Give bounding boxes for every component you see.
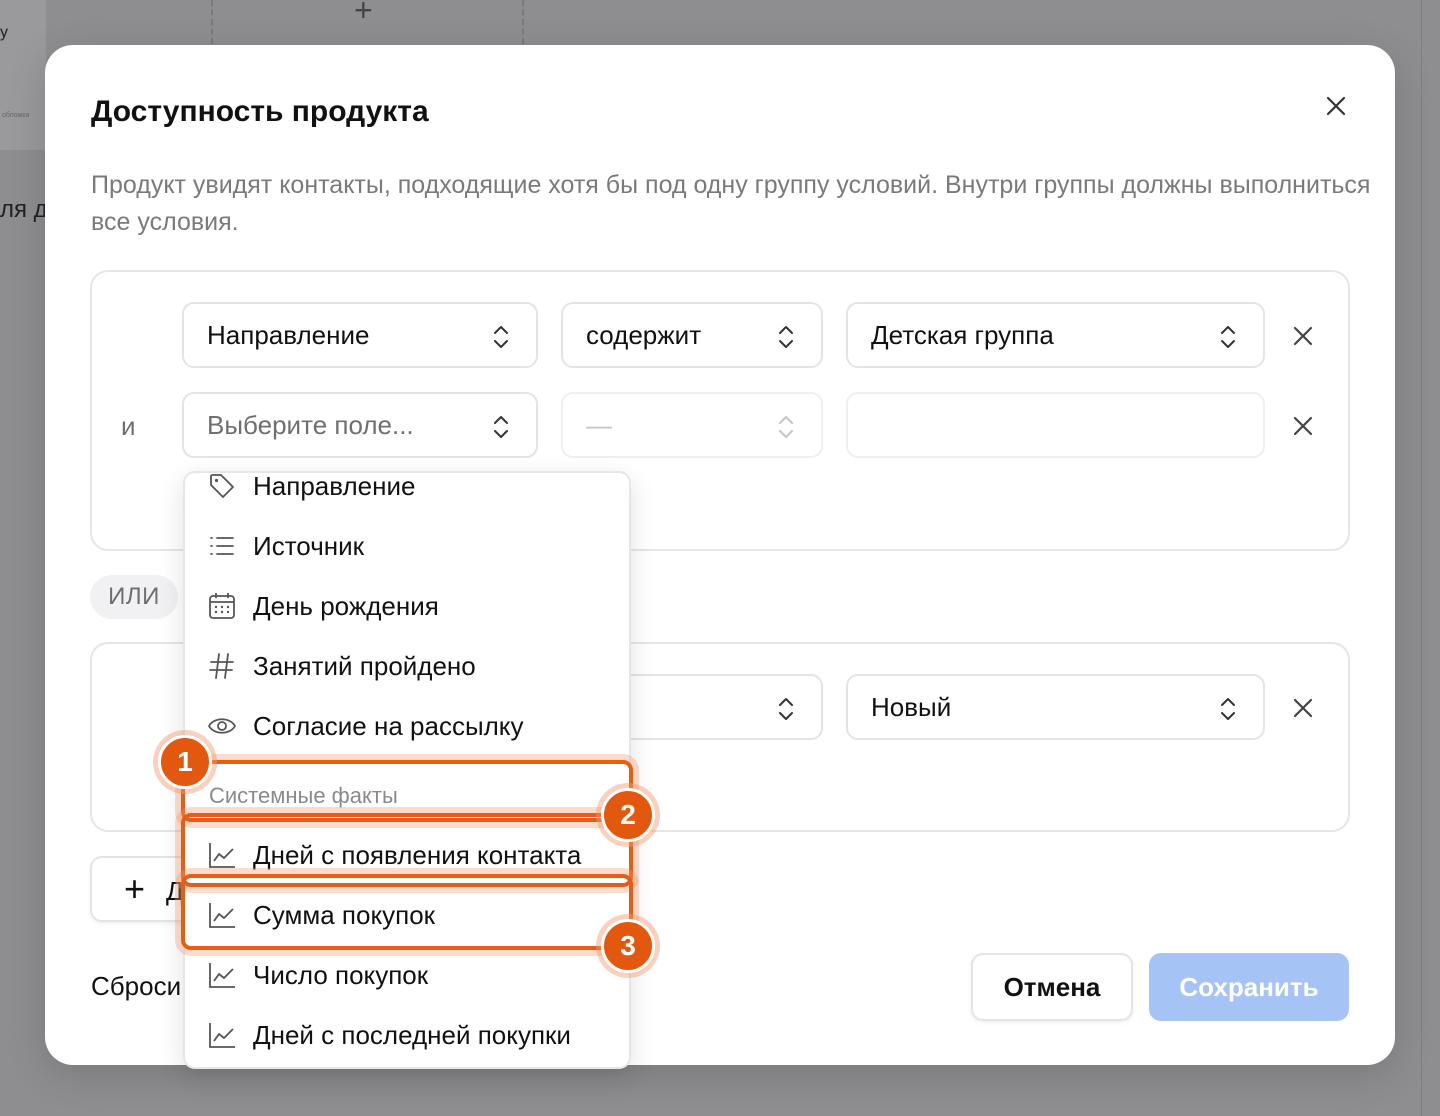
chevron-updown-icon bbox=[494, 326, 508, 348]
value-select-value: Детская группа bbox=[871, 319, 1054, 350]
field-select-active[interactable]: Выберите поле... bbox=[182, 392, 538, 458]
dropdown-item-label: Согласие на рассылку bbox=[253, 711, 524, 741]
dropdown-item-lessons[interactable]: Занятий пройдено bbox=[185, 643, 629, 687]
annotation-badge-1: 1 bbox=[158, 735, 212, 789]
dropdown-item-birthday[interactable]: День рождения bbox=[185, 583, 629, 627]
dropdown-item-label: Дней с последней покупки bbox=[253, 1020, 571, 1050]
operator-select[interactable]: содержит bbox=[561, 302, 823, 368]
dropdown-item-source[interactable]: Источник bbox=[185, 523, 629, 567]
dropdown-item-days-since-purchase[interactable]: Дней с последней покупки bbox=[185, 1012, 629, 1056]
save-button[interactable]: Сохранить bbox=[1149, 953, 1349, 1021]
dropdown-item-label: Сумма покупок bbox=[253, 900, 436, 930]
cancel-button[interactable]: Отмена bbox=[971, 953, 1133, 1021]
or-separator-badge: ИЛИ bbox=[90, 575, 178, 619]
background-card-text: у bbox=[0, 24, 8, 41]
field-select-placeholder: Выберите поле... bbox=[207, 409, 414, 440]
dropdown-item-label: Занятий пройдено bbox=[253, 651, 476, 681]
remove-condition-icon[interactable] bbox=[1288, 693, 1318, 723]
tag-icon bbox=[207, 473, 237, 501]
chevron-updown-icon bbox=[779, 416, 793, 438]
annotation-badge-2: 2 bbox=[601, 788, 655, 842]
annotation-badge-3: 3 bbox=[601, 919, 655, 973]
dropdown-item-purchase-count[interactable]: Число покупок bbox=[185, 952, 629, 996]
plus-icon: + bbox=[124, 868, 146, 909]
value-select[interactable]: Детская группа bbox=[846, 302, 1265, 368]
operator-select-value: содержит bbox=[586, 319, 702, 350]
remove-condition-icon[interactable] bbox=[1288, 411, 1318, 441]
dropdown-item-label: Источник bbox=[253, 531, 364, 561]
dropdown-item-label: Дней с появления контакта bbox=[253, 840, 582, 870]
dropdown-item-direction[interactable]: Направление bbox=[185, 471, 629, 507]
background-side-text: ля д bbox=[0, 196, 48, 223]
background-card bbox=[0, 0, 46, 150]
operator-select-disabled: — bbox=[561, 392, 823, 458]
field-select[interactable]: Направление bbox=[182, 302, 538, 368]
dropdown-section-label: Системные факты bbox=[209, 783, 398, 808]
add-group-label: Д bbox=[166, 876, 184, 906]
background-card-caption: обложка bbox=[2, 112, 30, 119]
field-select-value: Направление bbox=[207, 319, 370, 350]
background-divider bbox=[211, 0, 213, 44]
modal-description: Продукт увидят контакты, подходящие хотя… bbox=[91, 171, 1371, 236]
background-scroll-edge bbox=[1396, 0, 1422, 1116]
chart-icon bbox=[207, 900, 237, 930]
modal-title: Доступность продукта bbox=[91, 95, 429, 128]
close-icon[interactable] bbox=[1321, 91, 1351, 121]
dropdown-item-label: Число покупок bbox=[253, 960, 429, 990]
dropdown-item-label: День рождения bbox=[253, 591, 439, 621]
chevron-updown-icon bbox=[779, 698, 793, 720]
list-icon bbox=[207, 531, 237, 561]
value-select[interactable]: Новый bbox=[846, 674, 1265, 740]
dropdown-item-purchase-sum[interactable]: Сумма покупок bbox=[185, 892, 629, 936]
dropdown-item-consent[interactable]: Согласие на рассылку bbox=[185, 703, 629, 747]
dropdown-item-days-since-contact[interactable]: Дней с появления контакта bbox=[185, 832, 629, 876]
chevron-updown-icon bbox=[779, 326, 793, 348]
reset-button[interactable]: Сброси bbox=[91, 971, 181, 1002]
calendar-icon bbox=[207, 591, 237, 621]
and-connector-label: и bbox=[121, 411, 136, 441]
field-dropdown-menu: Направление Источник День рождения Занят… bbox=[183, 471, 631, 1069]
chevron-updown-icon bbox=[1221, 326, 1235, 348]
operator-select-disabled-value: — bbox=[586, 409, 612, 440]
background-plus-icon: + bbox=[354, 0, 373, 28]
value-input-disabled bbox=[846, 392, 1265, 458]
chart-icon bbox=[207, 840, 237, 870]
dropdown-item-label: Направление bbox=[253, 471, 416, 501]
value-select-value: Новый bbox=[871, 691, 952, 722]
background-divider bbox=[522, 0, 524, 44]
chevron-updown-icon bbox=[1221, 698, 1235, 720]
chart-icon bbox=[207, 1020, 237, 1050]
eye-icon bbox=[207, 711, 237, 741]
chevron-updown-icon bbox=[494, 416, 508, 438]
hash-icon bbox=[207, 651, 237, 681]
chart-icon bbox=[207, 960, 237, 990]
remove-condition-icon[interactable] bbox=[1288, 321, 1318, 351]
